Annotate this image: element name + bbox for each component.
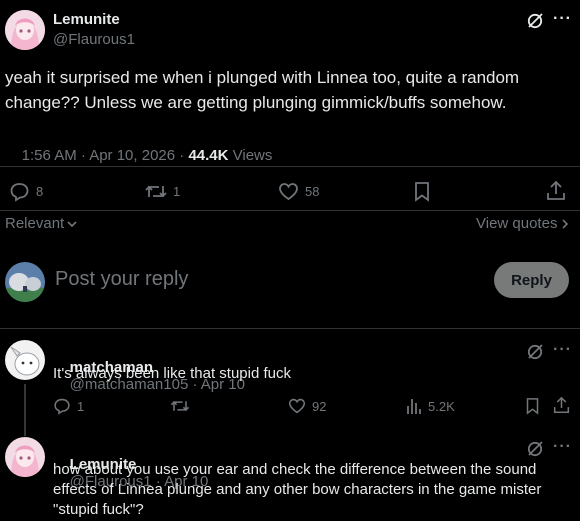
- chevron-down-icon: [66, 218, 78, 230]
- repost-icon: [145, 181, 167, 202]
- share-icon[interactable]: [546, 180, 566, 201]
- divider: [0, 166, 580, 167]
- reply-author-avatar[interactable]: [5, 437, 45, 477]
- thread-line: [24, 384, 26, 436]
- heart-icon: [278, 181, 299, 202]
- reply-author-avatar[interactable]: [5, 340, 45, 380]
- divider: [0, 210, 580, 211]
- grok-icon[interactable]: [526, 12, 544, 30]
- reply-button[interactable]: 1: [53, 397, 84, 415]
- like-count: 92: [312, 398, 327, 414]
- reply-icon: [53, 397, 71, 415]
- reply-count: 8: [36, 184, 44, 199]
- views-icon: [406, 397, 422, 415]
- reply-count: 1: [77, 398, 85, 414]
- reply-text: It's always been like that stupid fuck: [53, 365, 291, 382]
- repost-count: 1: [173, 184, 181, 199]
- post-text: yeah it surprised me when i plunged with…: [5, 68, 520, 112]
- chevron-right-icon: [560, 218, 570, 230]
- divider: [0, 328, 580, 329]
- author-avatar[interactable]: [5, 10, 45, 50]
- repost-button[interactable]: 1: [145, 181, 180, 202]
- heart-icon: [288, 397, 306, 415]
- like-count: 58: [305, 184, 320, 199]
- more-icon[interactable]: ···: [553, 438, 572, 456]
- reply-button[interactable]: 8: [9, 181, 43, 202]
- current-user-avatar[interactable]: [5, 262, 45, 302]
- views-count: 5.2K: [428, 398, 455, 414]
- reply-composer-input[interactable]: Post your reply: [55, 268, 188, 291]
- reply-icon: [9, 181, 30, 202]
- view-quotes-link[interactable]: View quotes: [476, 215, 570, 232]
- repost-icon: [170, 397, 190, 415]
- sort-label: Relevant: [5, 215, 65, 232]
- more-icon[interactable]: ···: [553, 341, 572, 359]
- bookmark-icon[interactable]: [413, 181, 431, 202]
- like-button[interactable]: 58: [278, 181, 319, 202]
- reply-submit-button[interactable]: Reply: [494, 262, 569, 298]
- grok-icon[interactable]: [526, 440, 544, 458]
- views-count: 44.4K: [188, 147, 229, 164]
- author-name[interactable]: Lemunite: [53, 11, 120, 28]
- share-icon[interactable]: [553, 396, 570, 414]
- view-quotes-label: View quotes: [476, 215, 558, 232]
- author-handle[interactable]: @Flaurous1: [53, 31, 135, 48]
- grok-icon[interactable]: [526, 343, 544, 361]
- like-button[interactable]: 92: [288, 397, 326, 415]
- views-label: Views: [228, 147, 273, 164]
- more-icon[interactable]: ···: [553, 10, 572, 28]
- bookmark-icon[interactable]: [525, 397, 540, 415]
- post-meta: 1:56 AM · Apr 10, 2026 · 44.4K Views: [5, 130, 273, 181]
- reply-text: how about you use your ear and check the…: [53, 461, 542, 518]
- views-button[interactable]: 5.2K: [406, 397, 455, 415]
- post-timestamp[interactable]: 1:56 AM · Apr 10, 2026 ·: [22, 147, 189, 164]
- repost-button[interactable]: [170, 397, 196, 415]
- sort-dropdown[interactable]: Relevant: [5, 215, 78, 232]
